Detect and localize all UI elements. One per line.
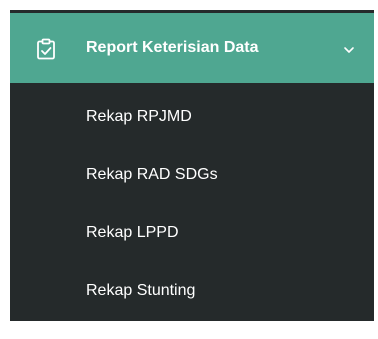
submenu-item-label: Rekap RPJMD [86,108,192,125]
clipboard-check-icon [35,38,57,60]
chevron-down-icon[interactable] [343,42,355,53]
submenu-item-label: Rekap LPPD [86,224,179,241]
menu-header-label: Report Keterisian Data [86,39,259,56]
menu-header-report-keterisian-data[interactable]: Report Keterisian Data [10,13,374,83]
submenu-item-rekap-rpjmd[interactable]: Rekap RPJMD [10,107,374,165]
sidebar: Report Keterisian Data Rekap RPJMD Rekap… [10,10,374,321]
submenu-item-rekap-rad-sdgs[interactable]: Rekap RAD SDGs [10,165,374,223]
submenu-item-label: Rekap RAD SDGs [86,166,218,183]
submenu-item-label: Rekap Stunting [86,282,196,299]
submenu-item-rekap-lppd[interactable]: Rekap LPPD [10,223,374,281]
submenu-item-rekap-stunting[interactable]: Rekap Stunting [10,281,374,339]
